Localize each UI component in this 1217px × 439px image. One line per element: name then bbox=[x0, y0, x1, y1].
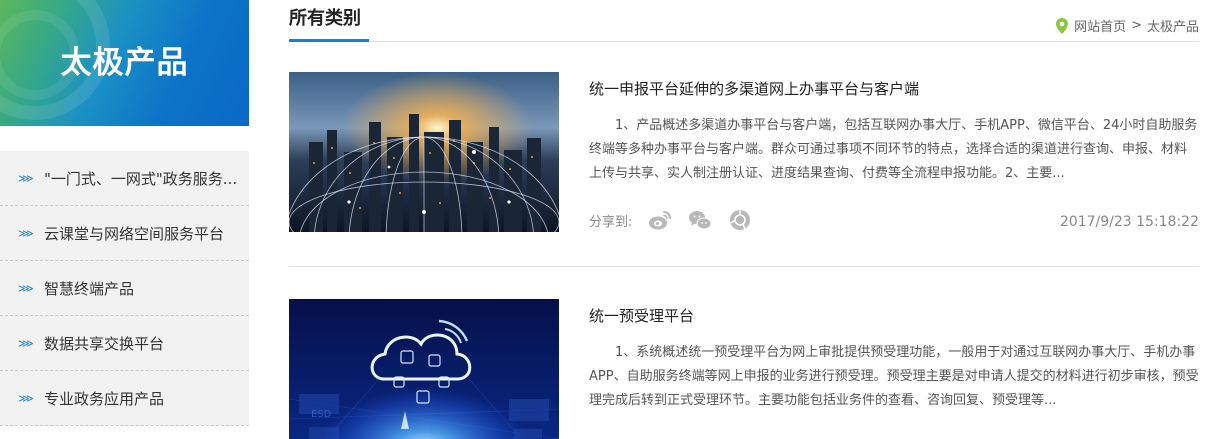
page-title: 所有类别 bbox=[289, 8, 361, 29]
article-date: 2017/9/23 15:18:22 bbox=[1059, 214, 1199, 230]
double-chevron-right-icon: ⋙ bbox=[18, 391, 34, 405]
section-header: 所有类别 网站首页 > 太极产品 bbox=[289, 0, 1199, 42]
double-chevron-right-icon: ⋙ bbox=[18, 281, 34, 295]
sidebar-banner: 太极产品 bbox=[0, 0, 249, 126]
sidebar-item-label: 智慧终端产品 bbox=[44, 279, 135, 298]
share-label: 分享到: bbox=[589, 214, 633, 230]
location-pin-icon bbox=[1056, 17, 1069, 34]
article-thumbnail[interactable]: ESD bbox=[289, 299, 559, 439]
title-underline bbox=[289, 39, 369, 42]
weibo-icon[interactable] bbox=[648, 208, 672, 232]
sidebar-title: 太极产品 bbox=[60, 45, 189, 81]
sidebar-item-label: 云课堂与网络空间服务平台 bbox=[44, 224, 225, 243]
sidebar-item-label: 专业政务应用产品 bbox=[44, 389, 165, 408]
cloud-tech-image: ESD bbox=[289, 299, 559, 439]
double-chevron-right-icon: ⋙ bbox=[18, 171, 34, 185]
breadcrumb-separator: > bbox=[1131, 18, 1142, 33]
sidebar-nav: ⋙ "一门式、一网式"政务服务... ⋙ 云课堂与网络空间服务平台 ⋙ 智慧终端… bbox=[0, 151, 249, 426]
breadcrumb-home-link[interactable]: 网站首页 bbox=[1074, 16, 1126, 35]
article-title-link[interactable]: 统一申报平台延伸的多渠道网上办事平台与客户端 bbox=[589, 78, 919, 99]
main-content: 所有类别 网站首页 > 太极产品 统一申报平台延伸的多渠道网上办事平台与客户端 … bbox=[289, 0, 1199, 439]
breadcrumb: 网站首页 > 太极产品 bbox=[1056, 16, 1199, 35]
sidebar: 太极产品 ⋙ "一门式、一网式"政务服务... ⋙ 云课堂与网络空间服务平台 ⋙… bbox=[0, 0, 249, 439]
double-chevron-right-icon: ⋙ bbox=[18, 226, 34, 240]
city-network-image bbox=[289, 72, 559, 232]
share-bar: 分享到: bbox=[589, 208, 768, 232]
friends-circle-icon[interactable] bbox=[728, 208, 752, 232]
article-summary: 1、产品概述多渠道办事平台与客户端，包括互联网办事大厅、手机APP、微信平台、2… bbox=[589, 118, 1198, 181]
wechat-icon[interactable] bbox=[688, 208, 712, 232]
sidebar-item-smart-terminal[interactable]: ⋙ 智慧终端产品 bbox=[0, 261, 249, 316]
sidebar-item-label: "一门式、一网式"政务服务... bbox=[44, 169, 238, 188]
article-title-link[interactable]: 统一预受理平台 bbox=[589, 305, 694, 326]
article-thumbnail[interactable] bbox=[289, 72, 559, 232]
sidebar-item-label: 数据共享交换平台 bbox=[44, 334, 165, 353]
article-item: ESD 统一预受理平台 1、系统概述统一预受理平台为网上审批提供预受理功能，一般… bbox=[289, 299, 1199, 439]
sidebar-item-one-door-service[interactable]: ⋙ "一门式、一网式"政务服务... bbox=[0, 151, 249, 206]
article-item: 统一申报平台延伸的多渠道网上办事平台与客户端 1、产品概述多渠道办事平台与客户端… bbox=[289, 72, 1199, 267]
svg-text:ESD: ESD bbox=[311, 409, 332, 420]
breadcrumb-current[interactable]: 太极产品 bbox=[1147, 16, 1199, 35]
sidebar-item-cloud-classroom[interactable]: ⋙ 云课堂与网络空间服务平台 bbox=[0, 206, 249, 261]
sidebar-item-data-sharing[interactable]: ⋙ 数据共享交换平台 bbox=[0, 316, 249, 371]
sidebar-item-gov-apps[interactable]: ⋙ 专业政务应用产品 bbox=[0, 371, 249, 426]
double-chevron-right-icon: ⋙ bbox=[18, 336, 34, 350]
article-summary: 1、系统概述统一预受理平台为网上审批提供预受理功能，一般用于对通过互联网办事大厅… bbox=[589, 345, 1199, 408]
